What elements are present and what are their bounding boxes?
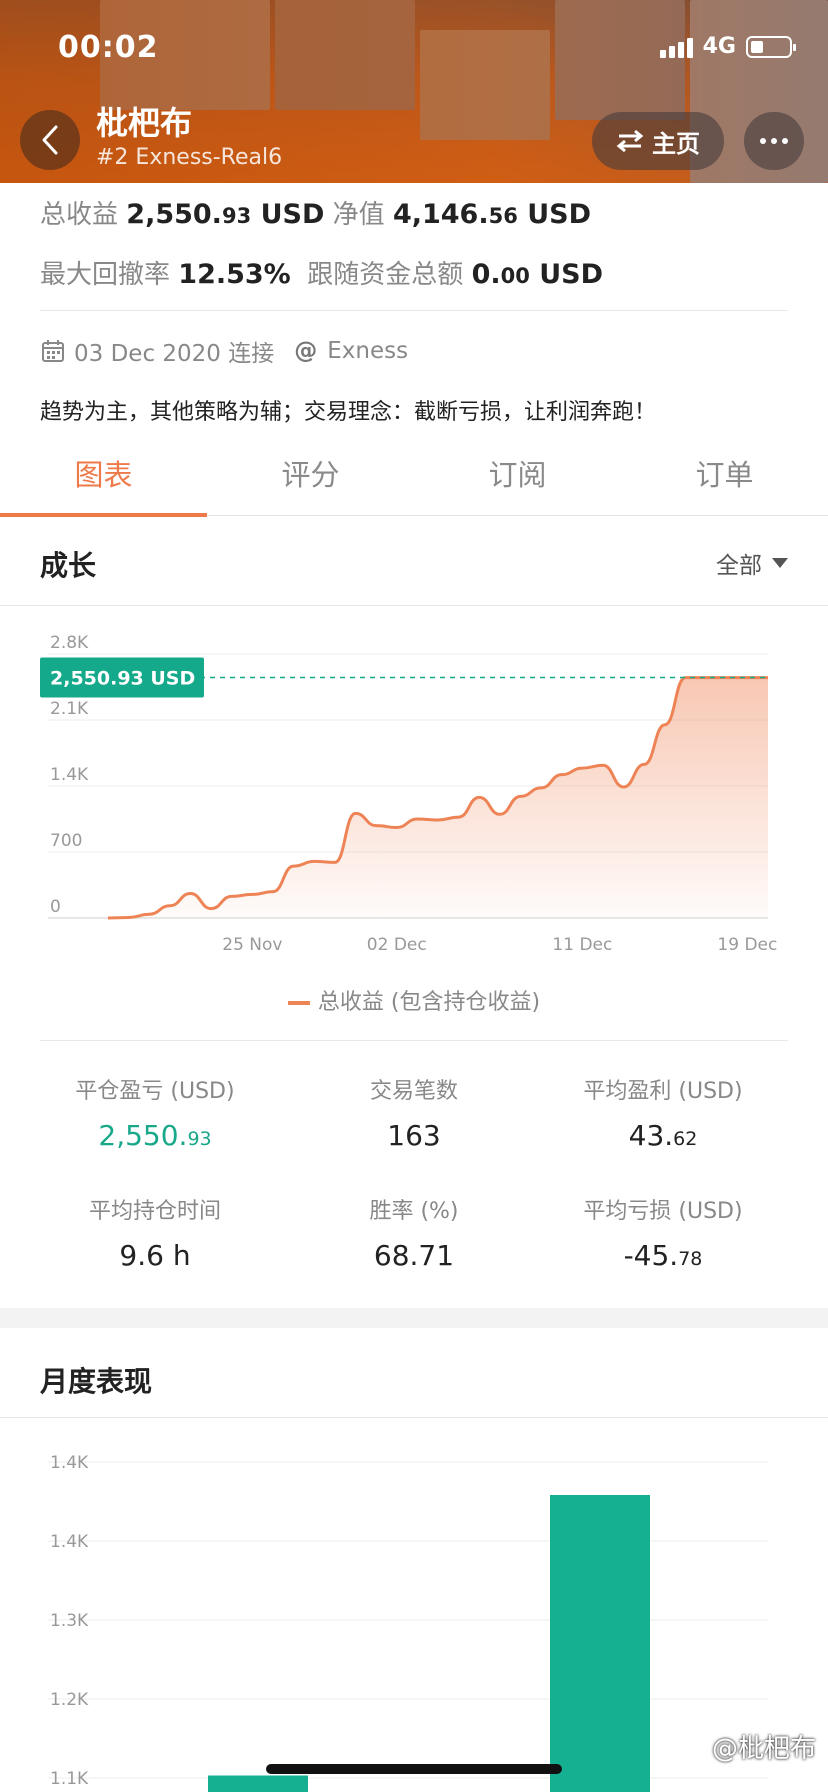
swap-icon (616, 129, 644, 153)
summary-row-2: 最大回撤率 12.53% 跟随资金总额 0.00 USD (40, 254, 603, 291)
more-button[interactable] (744, 112, 804, 170)
total-profit-label: 总收益 (40, 200, 119, 230)
tab-bar: 图表 评分 订阅 订单 (0, 440, 828, 517)
x-tick-label: 19 Dec (717, 935, 777, 955)
profile-header: 00:02 4G 枇杷布 #2 Exness-Real6 主页 (0, 0, 828, 183)
stat-label: 平仓盈亏 (USD) (75, 1079, 235, 1104)
chevron-left-icon (42, 125, 58, 155)
page-title: 枇杷布 (96, 104, 193, 142)
more-dot (782, 138, 788, 144)
divider (40, 310, 788, 311)
broker-name: Exness (327, 338, 409, 364)
monthly-title: 月度表现 (40, 1365, 153, 1398)
stat-value: 2,550.93 (98, 1119, 212, 1152)
growth-title: 成长 (40, 549, 97, 582)
stat-label: 平均亏损 (USD) (583, 1199, 743, 1224)
growth-section-header: 成长 全部 (0, 516, 828, 606)
tab-rating[interactable]: 评分 (207, 440, 414, 515)
y-tick-label: 700 (50, 831, 82, 851)
y-tick-label: 1.4K (50, 1453, 89, 1473)
legend-label: 总收益 (包含持仓收益) (317, 990, 541, 1015)
range-filter-dropdown[interactable]: 全部 (716, 546, 788, 580)
stat-value: 68.71 (373, 1239, 455, 1272)
stat-label: 交易笔数 (369, 1079, 458, 1104)
stat-label: 平均盈利 (USD) (583, 1079, 743, 1104)
stat-value: -45.78 (623, 1239, 703, 1272)
y-tick-label: 2.8K (50, 633, 89, 653)
summary-row-1: 总收益 2,550.93 USD 净值 4,146.56 USD (40, 194, 591, 231)
stat-avg-hold-time: 平均持仓时间 9.6 h (30, 1193, 280, 1272)
stat-label: 平均持仓时间 (88, 1199, 221, 1224)
stat-closed-pnl: 平仓盈亏 (USD) 2,550.93 (30, 1073, 280, 1152)
current-value-marker-label: 2,550.93 USD (50, 667, 195, 689)
stat-value: 9.6 h (119, 1239, 191, 1272)
account-subtitle: #2 Exness-Real6 (96, 145, 283, 170)
section-gap (0, 1308, 828, 1328)
x-tick-label: 11 Dec (552, 935, 612, 955)
stat-win-rate: 胜率 (%) 68.71 (289, 1193, 539, 1272)
y-tick-label: 2.1K (50, 699, 89, 719)
stat-avg-loss: 平均亏损 (USD) -45.78 (538, 1193, 788, 1272)
tab-orders[interactable]: 订单 (621, 440, 828, 515)
status-time: 00:02 (58, 30, 159, 65)
total-profit-value: 2,550.93 USD (126, 199, 325, 230)
tab-chart[interactable]: 图表 (0, 440, 207, 517)
connect-date: 03 Dec 2020 连接 (74, 341, 275, 367)
monthly-bar (208, 1775, 308, 1792)
max-drawdown-value: 12.53% (178, 259, 291, 290)
stat-trade-count: 交易笔数 163 (289, 1073, 539, 1152)
more-dot (771, 138, 777, 144)
watermark: @枇杷布 (678, 1728, 816, 1765)
calendar-icon (42, 340, 64, 362)
status-icons: 4G (659, 34, 796, 59)
y-tick-label: 1.4K (50, 765, 89, 785)
weibo-logo-icon (681, 1737, 704, 1757)
stat-value: 163 (387, 1119, 441, 1152)
equity-label: 净值 (332, 200, 385, 230)
x-tick-label: 02 Dec (367, 935, 427, 955)
tab-subscribe[interactable]: 订阅 (414, 440, 621, 515)
stat-value: 43.62 (628, 1119, 698, 1152)
x-tick-label: 25 Nov (222, 935, 282, 955)
home-button-label: 主页 (652, 129, 700, 158)
follow-funds-value: 0.00 USD (471, 259, 604, 290)
strategy-description: 趋势为主，其他策略为辅；交易理念：截断亏损，让利润奔跑！ (40, 400, 657, 425)
y-tick-label: 0 (50, 897, 61, 917)
battery-icon (746, 35, 796, 58)
monthly-bar (550, 1495, 650, 1792)
monthly-section-header: 月度表现 (0, 1328, 828, 1418)
watermark-text: @枇杷布 (711, 1734, 816, 1764)
home-button[interactable]: 主页 (592, 112, 724, 170)
network-type: 4G (702, 34, 736, 59)
home-indicator (266, 1764, 562, 1774)
max-drawdown-label: 最大回撤率 (40, 260, 171, 290)
back-button[interactable] (20, 110, 80, 170)
growth-area (108, 677, 768, 918)
more-dot (760, 138, 766, 144)
y-tick-label: 1.1K (50, 1769, 89, 1789)
trade-stats: 平仓盈亏 (USD) 2,550.93 交易笔数 163 平均盈利 (USD) … (40, 1040, 788, 1272)
follow-funds-label: 跟随资金总额 (307, 260, 464, 290)
stat-avg-profit: 平均盈利 (USD) 43.62 (538, 1073, 788, 1152)
legend-swatch (287, 1001, 310, 1005)
caret-down-icon (772, 558, 788, 568)
growth-legend: 总收益 (包含持仓收益) (0, 984, 828, 1016)
growth-chart: 0 700 1.4K 2.1K 2.8K 25 Nov 02 Dec 11 Dec 19 De… (40, 633, 777, 955)
y-tick-label: 1.3K (50, 1611, 89, 1631)
equity-value: 4,146.56 USD (392, 199, 592, 230)
stat-label: 胜率 (%) (369, 1199, 459, 1224)
at-icon: @ (294, 338, 318, 364)
y-tick-label: 1.4K (50, 1532, 89, 1552)
y-tick-label: 1.2K (50, 1690, 89, 1710)
account-meta: 03 Dec 2020 连接 @ Exness (40, 334, 408, 368)
signal-icon (659, 36, 693, 58)
range-filter-label: 全部 (716, 553, 762, 579)
